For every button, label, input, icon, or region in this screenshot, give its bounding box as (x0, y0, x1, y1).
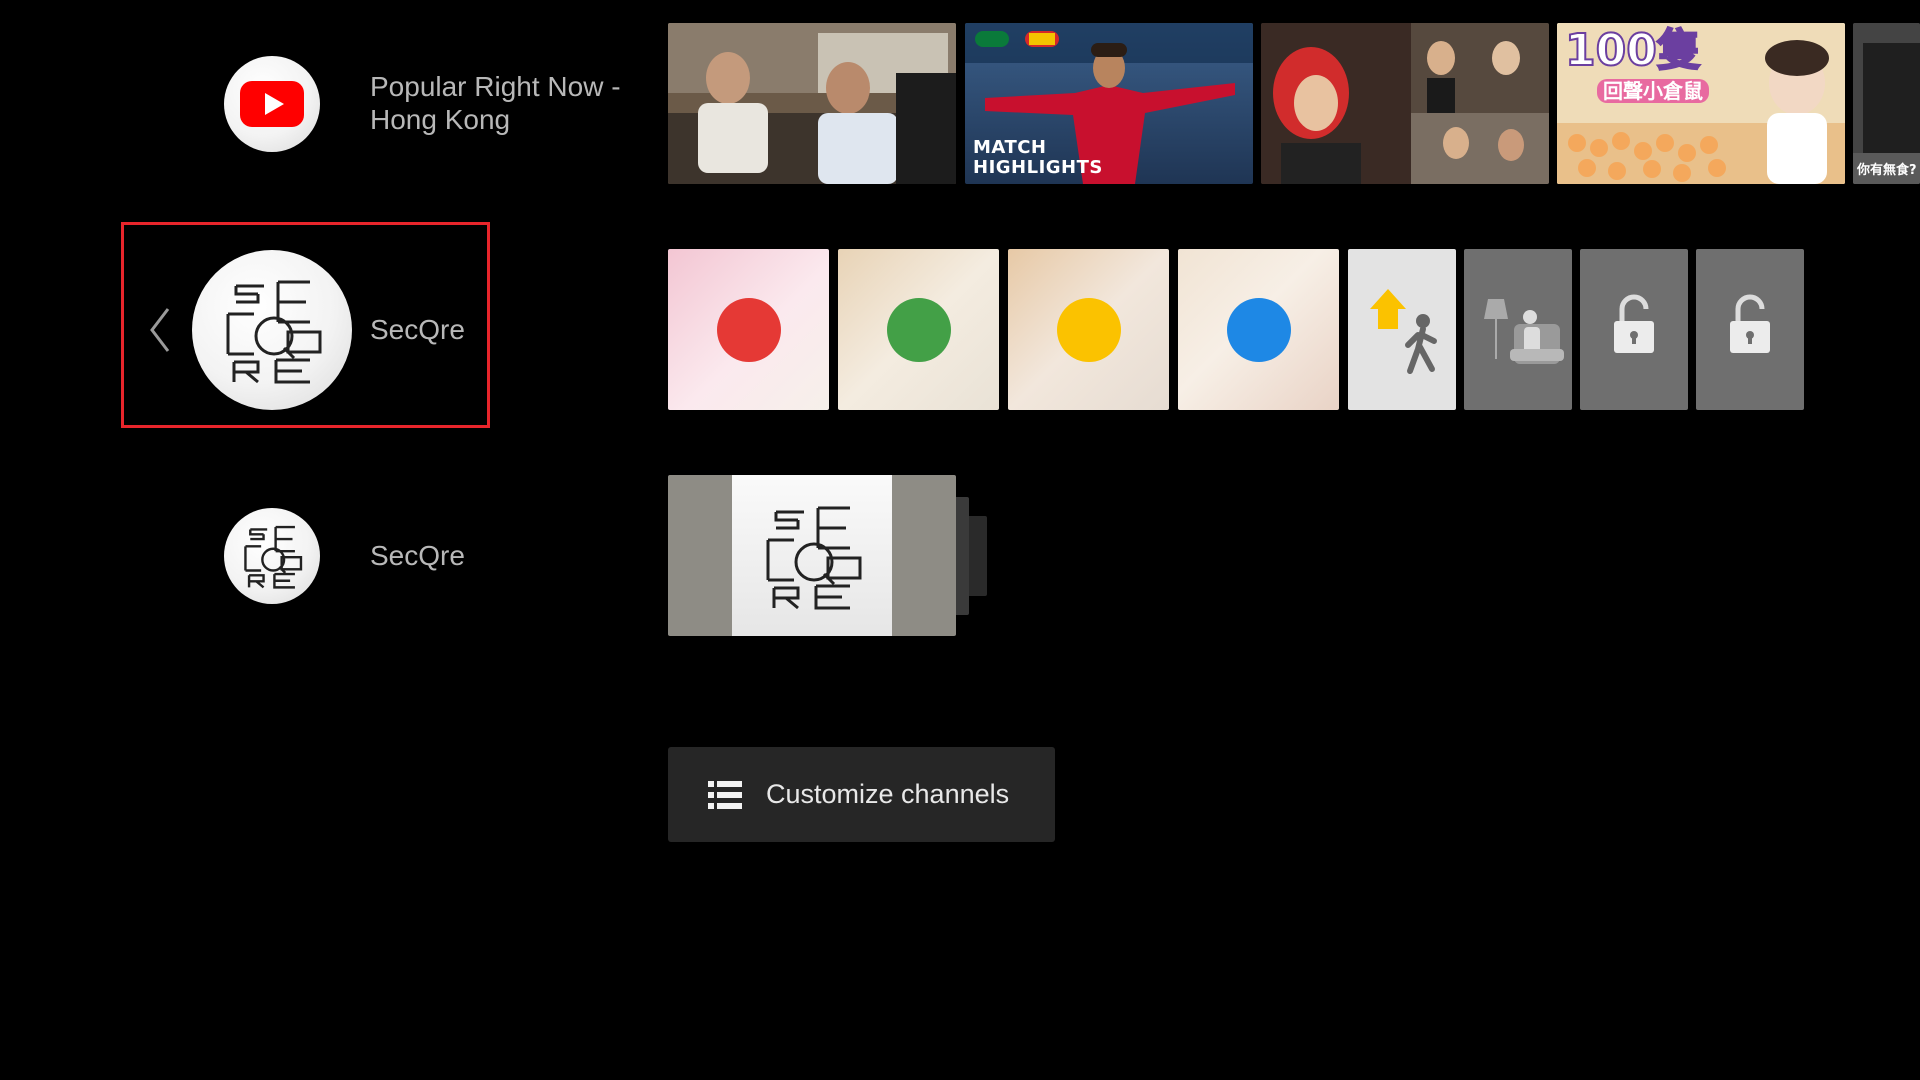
channel-title-popular: Popular Right Now - Hong Kong (370, 70, 621, 136)
channel-title-line2: Hong Kong (370, 104, 511, 135)
customize-channels-label: Customize channels (766, 779, 1010, 809)
channel-title-secqre-focused: SecQre (370, 314, 465, 345)
partial-thumbnail-overlay: 你有無食? (1857, 163, 1917, 178)
hamster-subtitle-overlay: 回聲小倉鼠 (1597, 79, 1709, 103)
secqre-channel-logo-small[interactable] (224, 508, 320, 604)
unlock-icon (1730, 294, 1770, 353)
blue-dot (1226, 297, 1291, 362)
hamster-title-overlay: 100隻 (1564, 25, 1702, 76)
secqre-logo-icon (766, 506, 862, 609)
home-leave-icon (1370, 289, 1437, 374)
locked-tile-1[interactable] (1580, 249, 1688, 410)
red-dot-tile[interactable] (668, 249, 829, 410)
youtube-icon (240, 81, 304, 127)
chevron-left-icon[interactable] (146, 305, 174, 355)
channel-title-line1: Popular Right Now - (370, 71, 621, 102)
home-sitting-tile[interactable] (1464, 249, 1572, 410)
secqre-logo-icon (226, 280, 322, 384)
secqre-card-logo-area (732, 475, 892, 636)
video-thumbnail-partial[interactable]: 你有無食? (1853, 23, 1920, 184)
secqre-channel-logo-large[interactable] (192, 250, 352, 410)
video-thumbnail-celebrities[interactable] (1261, 23, 1549, 184)
card-stack-shadow (969, 516, 987, 596)
locked-tile-2[interactable] (1696, 249, 1804, 410)
video-thumbnail-match-highlights[interactable]: MATCH HIGHLIGHTS (965, 23, 1253, 184)
channel-title-secqre: SecQre (370, 540, 465, 571)
customize-channels-button[interactable]: Customize channels (668, 747, 1055, 842)
green-dot (886, 297, 951, 362)
yellow-dot-tile[interactable] (1008, 249, 1169, 410)
blue-dot-tile[interactable] (1178, 249, 1339, 410)
unlock-icon (1614, 294, 1654, 353)
youtube-channel-logo[interactable] (224, 56, 320, 152)
overlay-line1: MATCH (973, 137, 1047, 158)
list-icon (708, 780, 742, 809)
card-stack-edge (956, 497, 969, 615)
red-dot (716, 297, 781, 362)
overlay-line2: HIGHLIGHTS (973, 157, 1103, 178)
home-sitting-icon (1484, 299, 1564, 364)
home-leave-tile[interactable] (1348, 249, 1456, 410)
yellow-dot (1056, 297, 1121, 362)
match-highlights-overlay: MATCH HIGHLIGHTS (973, 138, 1103, 178)
video-thumbnail-interview[interactable] (668, 23, 956, 184)
video-thumbnail-hamsters[interactable]: 100隻 回聲小倉鼠 (1557, 23, 1845, 184)
secqre-logo-icon (244, 525, 303, 589)
secqre-app-card[interactable] (668, 475, 956, 636)
green-dot-tile[interactable] (838, 249, 999, 410)
